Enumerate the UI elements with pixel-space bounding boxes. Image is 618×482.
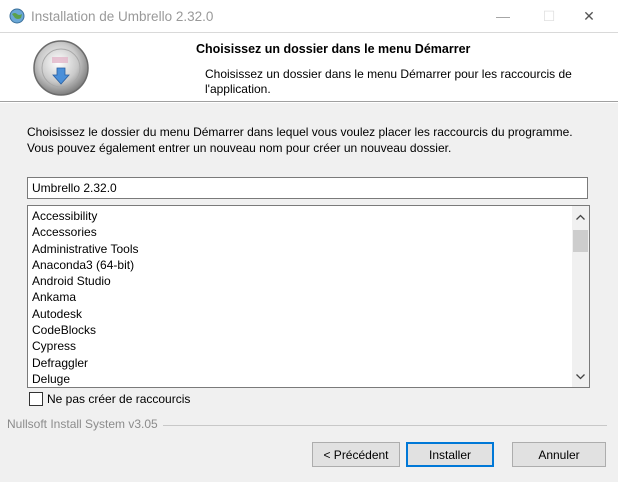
list-item[interactable]: Defraggler [32,355,589,371]
page-subtitle: Choisissez un dossier dans le menu Démar… [205,67,572,96]
list-item[interactable]: CodeBlocks [32,322,589,338]
instructions-text: Choisissez le dossier du menu Démarrer d… [27,125,573,155]
minimize-button[interactable]: — [480,0,526,32]
minimize-icon: — [496,8,510,24]
list-item[interactable]: Android Studio [32,273,589,289]
list-item[interactable]: Accessories [32,224,589,240]
install-button[interactable]: Installer [406,442,494,467]
close-button[interactable]: ✕ [566,0,612,32]
branding-text: Nullsoft Install System v3.05 [7,417,163,431]
list-item[interactable]: Deluge [32,371,589,387]
header-divider [0,102,618,103]
scroll-down-button[interactable] [572,368,589,385]
vertical-scrollbar[interactable] [572,206,589,387]
list-item[interactable]: Autodesk [32,306,589,322]
list-item[interactable]: Ankama [32,289,589,305]
folder-name-input[interactable] [27,177,588,199]
chevron-down-icon [576,373,585,379]
cancel-button[interactable]: Annuler [512,442,606,467]
list-item[interactable]: Accessibility [32,208,589,224]
scrollbar-thumb[interactable] [573,230,588,252]
chevron-up-icon [576,214,585,220]
title-bar: Installation de Umbrello 2.32.0 — ☐ ✕ [0,0,618,33]
installer-disc-icon [33,40,89,96]
back-button[interactable]: < Précédent [312,442,400,467]
no-shortcuts-checkbox[interactable] [29,392,43,406]
globe-icon [9,8,25,24]
list-item[interactable]: Administrative Tools [32,241,589,257]
list-item[interactable]: Cypress [32,338,589,354]
scroll-up-button[interactable] [572,208,589,225]
list-item[interactable]: Anaconda3 (64-bit) [32,257,589,273]
header-panel: Choisissez un dossier dans le menu Démar… [0,33,618,102]
no-shortcuts-label: Ne pas créer de raccourcis [47,392,191,406]
start-menu-folder-list[interactable]: Accessibility Accessories Administrative… [27,205,590,388]
page-title: Choisissez un dossier dans le menu Démar… [196,42,471,56]
no-shortcuts-option[interactable]: Ne pas créer de raccourcis [29,392,190,406]
close-icon: ✕ [583,7,595,24]
window-title: Installation de Umbrello 2.32.0 [31,8,214,24]
maximize-icon: ☐ [542,7,556,24]
